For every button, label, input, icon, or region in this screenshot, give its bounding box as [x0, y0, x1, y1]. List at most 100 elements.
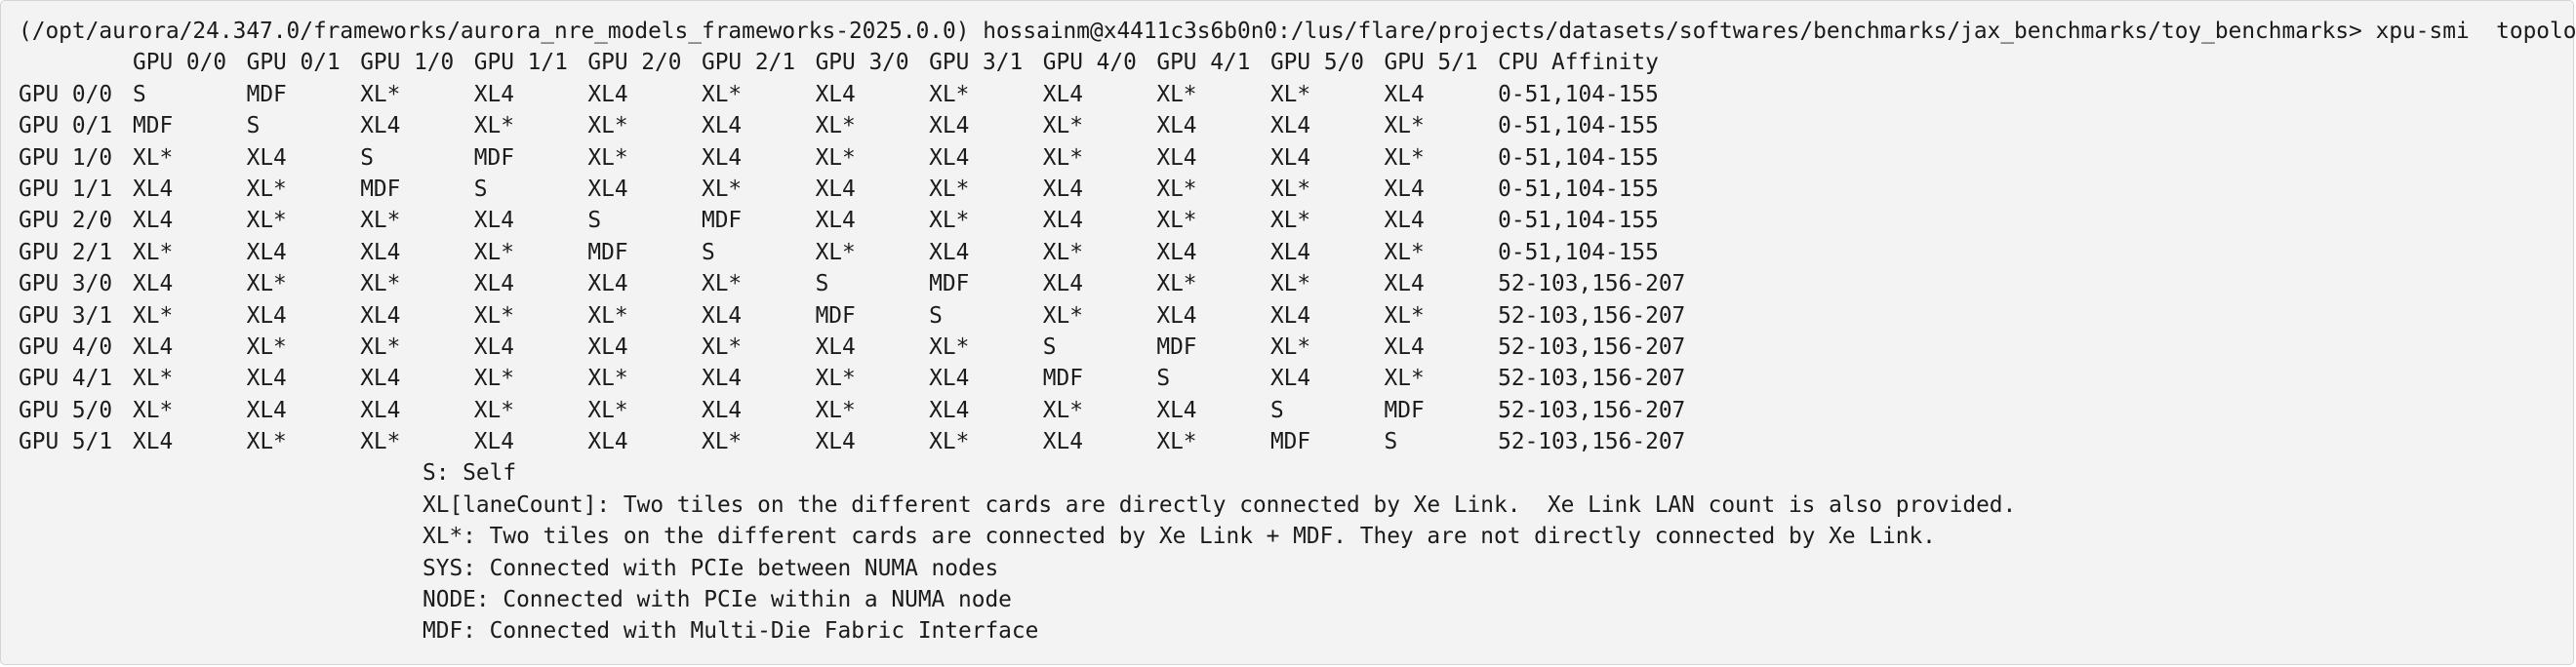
command-line: (/opt/aurora/24.347.0/frameworks/aurora_…: [19, 16, 2576, 47]
table-cell: XL4: [1269, 366, 1311, 392]
table-cell: XL*: [929, 208, 970, 234]
table-cell: XL4: [701, 113, 743, 139]
table-cell: XL*: [587, 113, 628, 139]
table-cell: XL*: [1156, 271, 1197, 297]
table-cell: XL*: [1269, 271, 1311, 297]
table-cell: S: [1042, 334, 1057, 360]
column-header: GPU 0/0: [133, 50, 227, 76]
table-cell: MDF: [360, 176, 401, 202]
table-cell: XL4: [1384, 81, 1425, 107]
table-cell: XL*: [246, 208, 287, 234]
table-cell: XL*: [815, 239, 856, 265]
table-cell: MDF: [133, 113, 174, 139]
table-cell: XL4: [473, 334, 514, 360]
table-cell: XL4: [587, 429, 628, 455]
column-header: GPU 5/1: [1384, 50, 1478, 76]
table-row: GPU 1/1 XL4 XL* MDF S XL4 XL* XL4 XL* XL4 XL* XL* XL…: [19, 174, 2556, 205]
legend-line: S: Self: [423, 460, 517, 487]
table-cell: XL4: [473, 271, 514, 297]
row-label: GPU 3/1: [19, 302, 113, 329]
table-cell: XL4: [1042, 429, 1083, 455]
table-cell: XL4: [360, 397, 401, 423]
table-cell: XL*: [929, 334, 970, 360]
cpu-affinity-cell: 0-51,104-155: [1498, 144, 1659, 171]
table-cell: XL4: [133, 429, 174, 455]
table-cell: MDF: [246, 81, 287, 107]
table-cell: XL4: [929, 397, 970, 423]
terminal-output[interactable]: (/opt/aurora/24.347.0/frameworks/aurora_…: [0, 0, 2576, 665]
table-cell: XL4: [246, 397, 287, 423]
table-cell: S: [701, 239, 715, 265]
row-label: GPU 2/0: [19, 208, 113, 234]
legend-line: XL*: Two tiles on the different cards ar…: [423, 524, 1936, 550]
table-cell: XL*: [701, 81, 743, 107]
cpu-affinity-cell: 0-51,104-155: [1498, 239, 1659, 265]
table-cell: S: [133, 81, 146, 107]
table-cell: S: [246, 113, 261, 139]
table-cell: XL*: [929, 81, 970, 107]
table-cell: XL4: [1384, 208, 1425, 234]
table-cell: XL*: [246, 429, 287, 455]
table-cell: XL4: [929, 144, 970, 171]
table-row: GPU 4/1 XL* XL4 XL4 XL* XL* XL4 XL* XL4 MDF S XL4 XL…: [19, 363, 2556, 394]
table-cell: XL*: [1269, 334, 1311, 360]
table-cell: XL4: [1042, 208, 1083, 234]
header-spacer: [19, 47, 133, 78]
table-cell: MDF: [1156, 334, 1197, 360]
row-label: GPU 1/0: [19, 144, 113, 171]
column-header: CPU Affinity: [1498, 50, 1659, 76]
table-cell: XL*: [815, 113, 856, 139]
table-cell: XL4: [701, 302, 743, 329]
column-header: GPU 2/1: [701, 50, 796, 76]
column-header: GPU 1/0: [360, 50, 455, 76]
table-cell: XL4: [1042, 176, 1083, 202]
table-cell: XL4: [587, 271, 628, 297]
table-cell: XL*: [1042, 302, 1083, 329]
table-cell: XL*: [701, 334, 743, 360]
table-cell: XL*: [815, 397, 856, 423]
table-cell: MDF: [1042, 366, 1083, 392]
legend-line: XL[laneCount]: Two tiles on the differen…: [423, 491, 2017, 518]
table-cell: XL*: [1042, 239, 1083, 265]
table-cell: XL*: [1042, 144, 1083, 171]
table-cell: S: [1269, 397, 1284, 423]
table-cell: XL*: [1042, 113, 1083, 139]
table-cell: XL*: [1384, 239, 1425, 265]
table-cell: XL*: [587, 397, 628, 423]
table-cell: XL4: [1384, 271, 1425, 297]
table-cell: XL4: [133, 176, 174, 202]
table-cell: MDF: [1269, 429, 1311, 455]
table-cell: XL4: [473, 429, 514, 455]
table-cell: XL4: [246, 144, 287, 171]
table-cell: XL4: [701, 366, 743, 392]
column-header: GPU 3/0: [815, 50, 909, 76]
table-cell: XL*: [929, 176, 970, 202]
topology-header-row: GPU 0/0 GPU 0/1 GPU 1/0 GPU 1/1 GPU 2/0 …: [19, 47, 2556, 78]
table-row: GPU 5/1 XL4 XL* XL* XL4 XL4 XL* XL4 XL* XL4 XL* MDF…: [19, 426, 2556, 457]
table-cell: XL*: [360, 208, 401, 234]
table-cell: XL*: [360, 334, 401, 360]
table-cell: XL*: [1269, 176, 1311, 202]
table-cell: XL4: [360, 113, 401, 139]
table-cell: S: [1384, 429, 1398, 455]
table-cell: XL*: [1384, 302, 1425, 329]
table-cell: XL4: [360, 302, 401, 329]
column-header: GPU 2/0: [587, 50, 682, 76]
table-cell: XL4: [1156, 144, 1197, 171]
cpu-affinity-cell: 52-103,156-207: [1498, 271, 1686, 297]
table-cell: XL*: [473, 302, 514, 329]
row-label: GPU 0/1: [19, 113, 113, 139]
table-cell: XL4: [133, 208, 174, 234]
table-cell: S: [360, 144, 374, 171]
table-cell: XL4: [815, 429, 856, 455]
table-cell: XL4: [929, 113, 970, 139]
table-cell: MDF: [587, 239, 628, 265]
row-label: GPU 1/1: [19, 176, 113, 202]
table-cell: XL4: [929, 366, 970, 392]
table-cell: XL4: [701, 397, 743, 423]
table-cell: XL*: [473, 366, 514, 392]
table-cell: XL*: [701, 271, 743, 297]
table-cell: XL*: [815, 144, 856, 171]
table-cell: S: [815, 271, 829, 297]
table-cell: XL*: [133, 239, 174, 265]
